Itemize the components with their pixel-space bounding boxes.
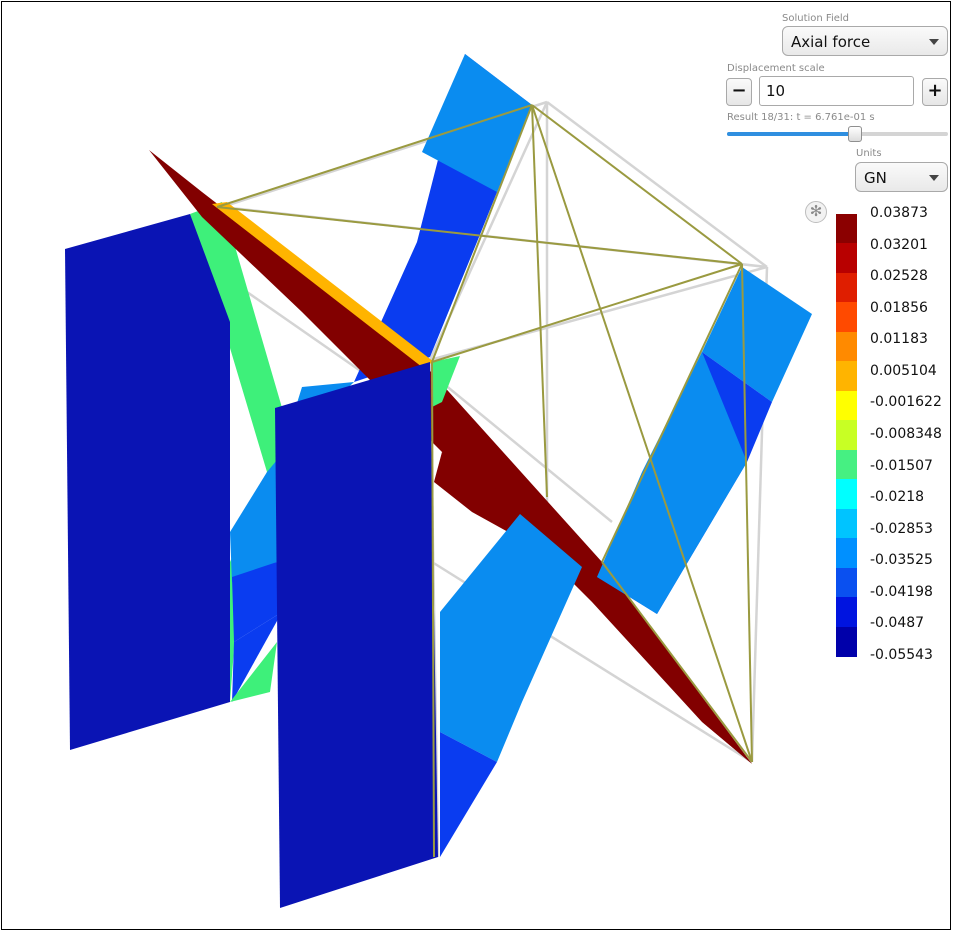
result-slider[interactable]	[727, 132, 948, 136]
legend-label: -0.02853	[870, 520, 933, 537]
result-slider-handle[interactable]	[848, 126, 863, 142]
legend-label: -0.008348	[870, 426, 942, 442]
legend-label: -0.0487	[870, 615, 925, 632]
legend-swatch	[836, 479, 857, 510]
legend-label: -0.01507	[870, 457, 933, 474]
increase-scale-button[interactable]: +	[922, 78, 948, 106]
legend-swatch	[836, 420, 857, 451]
legend-swatch	[836, 272, 857, 303]
legend-swatch	[836, 331, 857, 362]
3d-viewport[interactable]	[2, 2, 951, 930]
legend-swatch	[836, 449, 857, 480]
displacement-scale-input[interactable]: 10	[759, 76, 914, 106]
legend-swatch	[836, 626, 857, 657]
member-right-panel	[597, 267, 812, 614]
member-left-panel	[65, 214, 230, 750]
units-label: Units	[856, 148, 882, 159]
result-slider-fill	[727, 132, 856, 136]
legend-label: 0.02528	[870, 268, 928, 285]
legend-swatch	[836, 538, 857, 569]
solution-field-value: Axial force	[791, 33, 871, 51]
legend-swatch	[836, 567, 857, 598]
legend-label: 0.03201	[870, 236, 928, 253]
decrease-scale-button[interactable]: −	[726, 78, 752, 106]
legend-label: 0.03873	[870, 205, 928, 221]
chevron-down-icon	[929, 39, 939, 45]
gear-icon[interactable]: ✻	[805, 201, 827, 223]
viewer-frame: Solution Field Axial force Displacement …	[1, 1, 951, 930]
units-select[interactable]: GN	[855, 162, 948, 192]
legend-label: -0.03525	[870, 552, 933, 569]
legend-swatch	[836, 597, 857, 628]
chevron-down-icon	[929, 175, 939, 181]
solution-field-select[interactable]: Axial force	[782, 26, 948, 56]
result-label: Result 18/31: t = 6.761e-01 s	[727, 112, 875, 123]
legend-label: -0.0218	[870, 489, 925, 506]
color-legend	[836, 214, 857, 657]
legend-label: -0.001622	[870, 394, 942, 411]
legend-label: 0.005104	[870, 362, 937, 379]
legend-swatch	[836, 508, 857, 539]
legend-label: 0.01856	[870, 299, 928, 316]
units-value: GN	[864, 169, 887, 187]
legend-swatch	[836, 361, 857, 392]
member-front-panel	[275, 362, 438, 908]
legend-swatch	[836, 214, 857, 244]
legend-label: -0.05543	[870, 647, 933, 663]
legend-swatch	[836, 302, 857, 333]
legend-label: -0.04198	[870, 583, 933, 600]
legend-label: 0.01183	[870, 331, 928, 348]
member-front-lower	[440, 514, 582, 857]
displacement-scale-label: Displacement scale	[727, 63, 825, 74]
solution-field-label: Solution Field	[782, 13, 849, 24]
legend-swatch	[836, 243, 857, 274]
legend-swatch	[836, 390, 857, 421]
